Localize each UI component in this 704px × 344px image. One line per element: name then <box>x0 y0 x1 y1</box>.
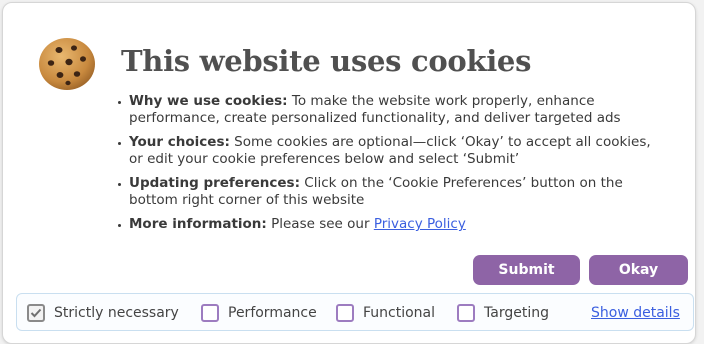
banner-title: This website uses cookies <box>121 44 532 78</box>
pref-label: Performance <box>228 305 317 321</box>
cookie-icon <box>39 38 95 90</box>
list-item: More information: Please see our Privacy… <box>115 216 655 233</box>
pref-label: Strictly necessary <box>54 305 179 321</box>
pref-label: Targeting <box>484 305 549 321</box>
item-heading: Updating preferences: <box>129 175 300 191</box>
pref-strictly-necessary[interactable]: Strictly necessary <box>27 302 179 324</box>
item-heading: More information: <box>129 216 267 232</box>
pref-targeting[interactable]: Targeting <box>457 302 549 324</box>
item-heading: Why we use cookies: <box>129 93 288 109</box>
cookie-info-list: Why we use cookies: To make the website … <box>115 93 655 240</box>
list-item: Your choices: Some cookies are optional—… <box>115 134 655 168</box>
item-heading: Your choices: <box>129 134 230 150</box>
pref-performance[interactable]: Performance <box>201 302 317 324</box>
pref-functional[interactable]: Functional <box>336 302 435 324</box>
checkbox-targeting[interactable] <box>457 304 475 322</box>
show-details-link[interactable]: Show details <box>591 302 680 324</box>
okay-button[interactable]: Okay <box>589 255 688 285</box>
checkbox-performance[interactable] <box>201 304 219 322</box>
checkmark-icon <box>30 308 42 318</box>
cookie-preferences-bar: Strictly necessary Performance Functiona… <box>16 293 694 331</box>
checkbox-strictly-necessary[interactable] <box>27 304 45 322</box>
checkbox-functional[interactable] <box>336 304 354 322</box>
privacy-policy-link[interactable]: Privacy Policy <box>374 216 466 232</box>
list-item: Updating preferences: Click on the ‘Cook… <box>115 175 655 209</box>
item-text: Please see our <box>266 216 374 232</box>
submit-button[interactable]: Submit <box>473 255 580 285</box>
pref-label: Functional <box>363 305 436 321</box>
list-item: Why we use cookies: To make the website … <box>115 93 655 127</box>
